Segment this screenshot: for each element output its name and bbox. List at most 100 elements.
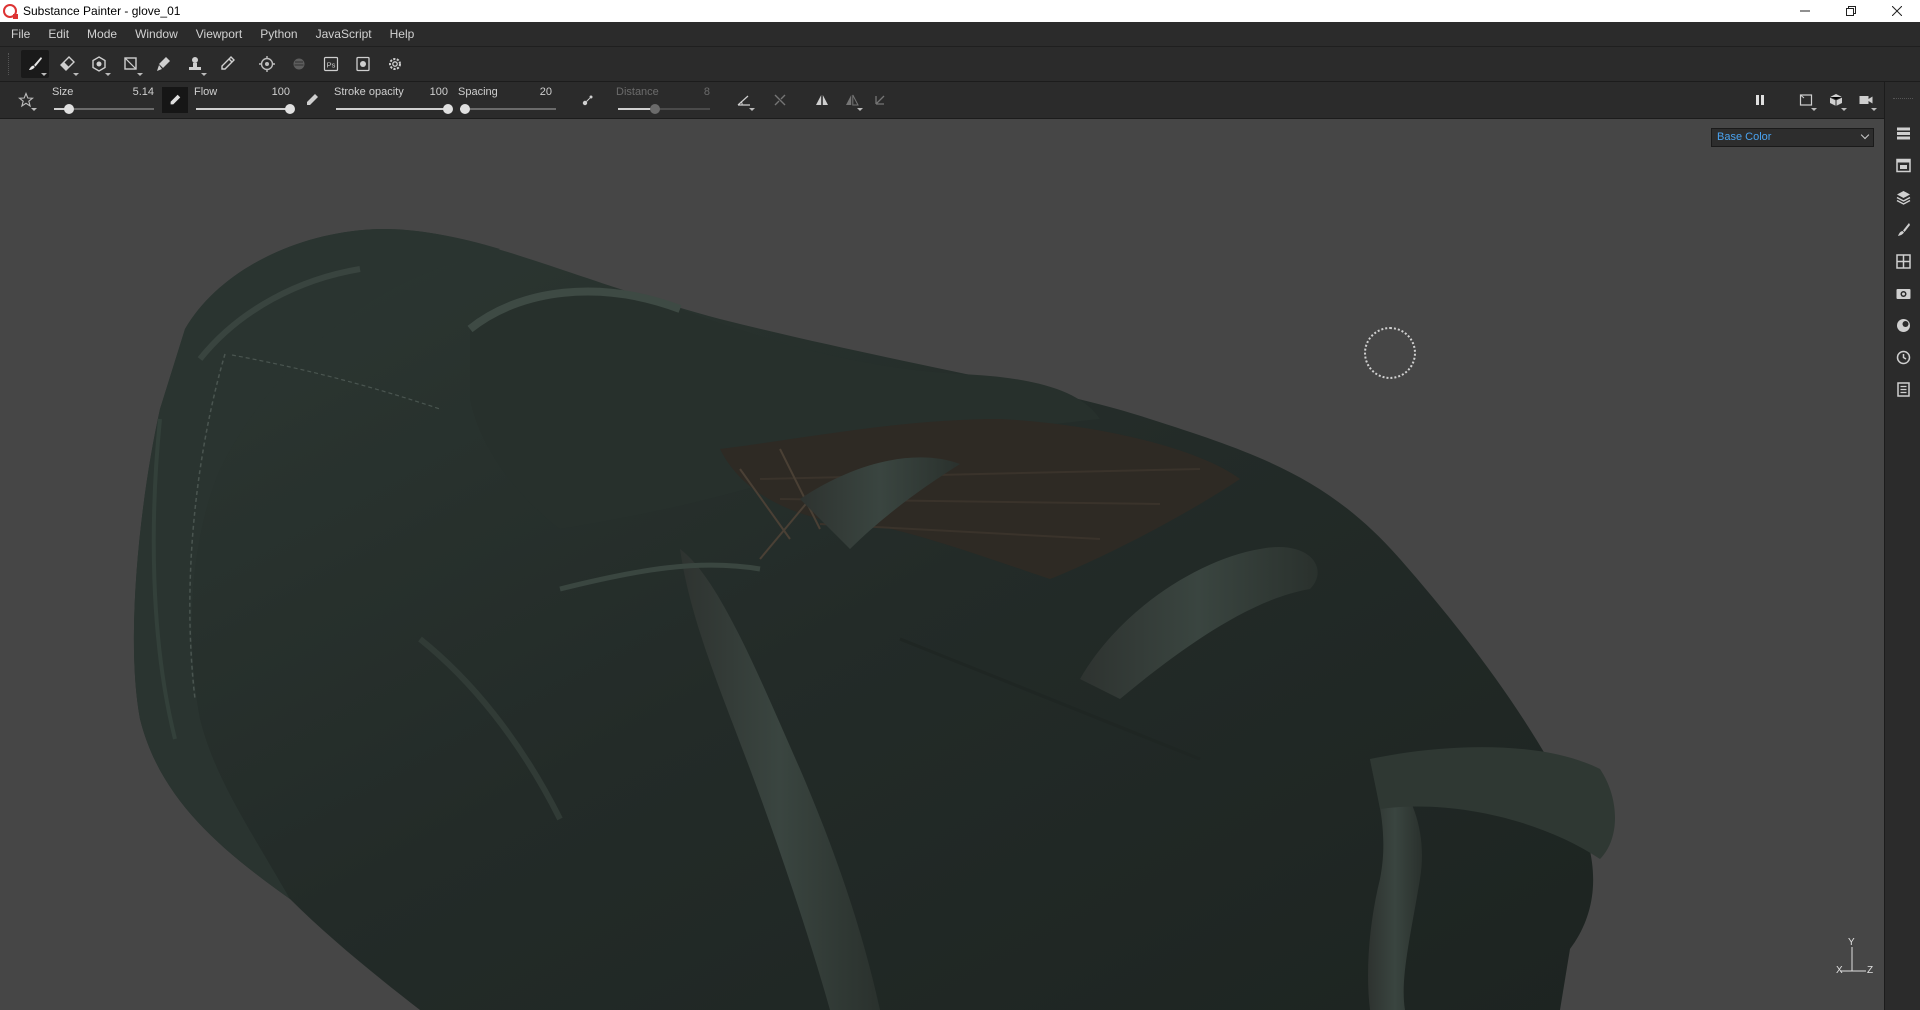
view-2d-3d-button[interactable]: [1794, 88, 1818, 112]
pause-render-button[interactable]: [1748, 88, 1772, 112]
photoshop-export-button[interactable]: Ps: [317, 50, 345, 78]
color-picker-tool-button[interactable]: [213, 50, 241, 78]
display-mode-button[interactable]: [1824, 88, 1848, 112]
eraser-tool-button[interactable]: [53, 50, 81, 78]
shader-settings-icon: [1896, 318, 1910, 332]
lazy-mouse-button[interactable]: [576, 88, 600, 112]
title-bar: Substance Painter - glove_01: [0, 0, 1920, 22]
projection-icon: [92, 56, 106, 72]
dock-history-button[interactable]: [1893, 347, 1913, 367]
menu-file[interactable]: File: [0, 22, 39, 47]
size-value[interactable]: 5.14: [133, 86, 154, 98]
flow-value[interactable]: 100: [272, 86, 290, 98]
mirror-button[interactable]: [810, 88, 834, 112]
camera-settings-icon: [1896, 288, 1910, 299]
stroke-opacity-track[interactable]: [336, 103, 453, 114]
dock-texture-set-button[interactable]: [1893, 155, 1913, 175]
minimize-button[interactable]: [1782, 0, 1828, 22]
dock-layers-button[interactable]: [1893, 123, 1913, 143]
axis-z-label: Z: [1867, 965, 1874, 976]
close-button[interactable]: [1874, 0, 1920, 22]
display-settings-icon: [1895, 253, 1911, 269]
pen-pressure-icon: [307, 94, 318, 105]
brush-cursor: [1364, 327, 1416, 379]
axis-y-label: Y: [1848, 937, 1855, 948]
distance-value: 8: [703, 85, 710, 98]
mask-button[interactable]: [285, 50, 313, 78]
bake-button[interactable]: [253, 50, 281, 78]
menu-mode[interactable]: Mode: [78, 22, 126, 47]
restore-icon: [1846, 6, 1856, 16]
flow-knob[interactable]: [285, 103, 295, 114]
size-knob[interactable]: [64, 103, 74, 114]
menu-python[interactable]: Python: [251, 22, 306, 47]
cube-icon: [1829, 94, 1843, 106]
menu-edit[interactable]: Edit: [39, 22, 78, 47]
menu-help[interactable]: Help: [381, 22, 424, 47]
backface-culling-button[interactable]: [768, 88, 792, 112]
channel-dropdown[interactable]: Base Color: [1711, 128, 1874, 147]
3d-viewport[interactable]: Base Color Y X Z: [0, 119, 1884, 1010]
spacing-value[interactable]: 20: [540, 86, 552, 98]
clone-tool-button[interactable]: [181, 50, 209, 78]
app-logo-icon: [3, 4, 18, 19]
size-pressure-button[interactable]: [162, 87, 188, 113]
dock-grip[interactable]: [1893, 98, 1913, 99]
lazy-mouse-icon: [582, 95, 593, 106]
dock-camera-settings-button[interactable]: [1893, 283, 1913, 303]
paint-tool-button[interactable]: [21, 50, 49, 78]
right-dock: [1884, 82, 1920, 1010]
dock-display-settings-button[interactable]: [1893, 251, 1913, 271]
export-button[interactable]: [349, 50, 377, 78]
flow-track[interactable]: [196, 103, 295, 114]
spacing-label: Spacing: [458, 85, 498, 98]
polygon-fill-icon: [124, 57, 137, 70]
distance-track[interactable]: [618, 103, 710, 114]
dock-brush-properties-button[interactable]: [1893, 219, 1913, 239]
axis-gizmo: Y X Z: [1836, 937, 1876, 981]
symmetry-button[interactable]: [14, 88, 38, 112]
brush-properties-icon: [1897, 222, 1910, 236]
dock-stack-button[interactable]: [1893, 187, 1913, 207]
spacing-slider[interactable]: Spacing 20: [458, 82, 556, 119]
restore-button[interactable]: [1828, 0, 1874, 22]
camera-mode-button[interactable]: [1854, 88, 1878, 112]
menu-javascript[interactable]: JavaScript: [307, 22, 381, 47]
symmetry-mode-button[interactable]: [840, 88, 864, 112]
dock-log-button[interactable]: [1893, 379, 1913, 399]
tool-bar: Ps: [0, 47, 1920, 82]
alignment-button[interactable]: [732, 88, 756, 112]
size-slider[interactable]: Size 5.14: [52, 82, 154, 119]
dock-shader-settings-button[interactable]: [1893, 315, 1913, 335]
flow-slider[interactable]: Flow 100: [194, 82, 295, 119]
glove-model[interactable]: [0, 119, 1884, 1010]
spacing-knob[interactable]: [459, 103, 470, 114]
distance-slider[interactable]: Distance 8: [616, 82, 710, 119]
substance-painter-window: Substance Painter - glove_01 File Edit M…: [0, 0, 1920, 1010]
channel-dropdown-value: Base Color: [1717, 131, 1772, 143]
settings-button[interactable]: [381, 50, 409, 78]
flow-pressure-button[interactable]: [300, 88, 324, 112]
spacing-track[interactable]: [459, 103, 556, 114]
clone-icon: [189, 57, 201, 70]
flow-label: Flow: [194, 85, 218, 98]
mirror-icon: [816, 95, 828, 105]
stroke-opacity-knob[interactable]: [443, 103, 453, 114]
stack-icon: [1896, 190, 1910, 205]
color-picker-icon: [221, 56, 235, 70]
distance-knob[interactable]: [649, 103, 660, 114]
axis-icon: [875, 95, 885, 105]
pause-icon: [1756, 95, 1764, 105]
smudge-tool-button[interactable]: [149, 50, 177, 78]
menu-viewport[interactable]: Viewport: [187, 22, 251, 47]
properties-bar: Size 5.14 Flow 100 Stroke opacity 100 Sp…: [0, 82, 1920, 119]
toolbar-grip[interactable]: [8, 53, 11, 75]
stroke-opacity-slider[interactable]: Stroke opacity 100: [334, 82, 453, 119]
symmetry-axis-button[interactable]: [868, 88, 892, 112]
menu-window[interactable]: Window: [126, 22, 187, 47]
stroke-opacity-value[interactable]: 100: [430, 86, 448, 98]
size-track[interactable]: [54, 103, 154, 114]
chevron-down-icon: [1860, 130, 1870, 140]
polygon-fill-tool-button[interactable]: [117, 50, 145, 78]
projection-tool-button[interactable]: [85, 50, 113, 78]
